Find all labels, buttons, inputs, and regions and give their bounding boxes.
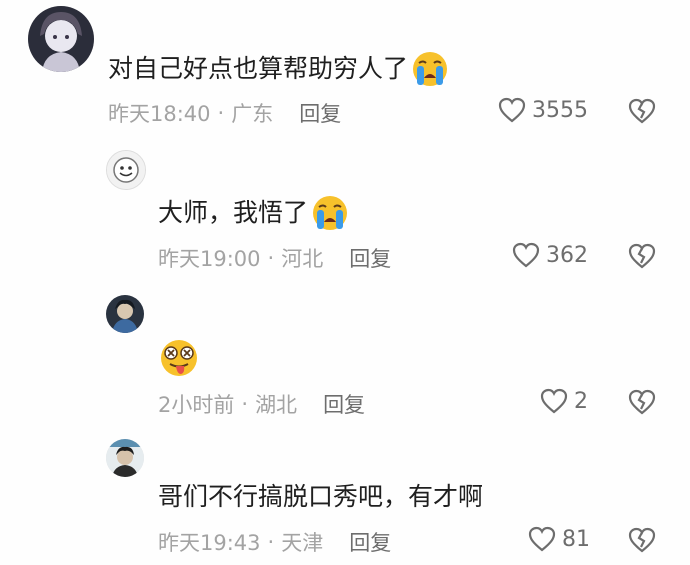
dislike-button[interactable] bbox=[628, 243, 656, 269]
broken-heart-icon bbox=[628, 243, 656, 269]
like-button[interactable]: 81 bbox=[528, 526, 590, 552]
timestamp: 昨天18:40 bbox=[108, 102, 211, 126]
like-count: 362 bbox=[546, 242, 588, 268]
reply-button[interactable]: 回复 bbox=[323, 389, 365, 419]
avatar[interactable] bbox=[106, 439, 144, 477]
dislike-button[interactable] bbox=[628, 527, 656, 553]
comment-text-body: 对自己好点也算帮助穷人了 bbox=[108, 54, 409, 83]
comment-meta: 昨天19:43 · 天津 回复 bbox=[158, 527, 391, 557]
location: 湖北 bbox=[255, 393, 298, 417]
comment-text bbox=[158, 338, 200, 378]
dislike-button[interactable] bbox=[628, 98, 656, 124]
location: 河北 bbox=[281, 247, 324, 271]
like-count: 2 bbox=[574, 388, 588, 414]
separator: · bbox=[267, 530, 275, 554]
comment-text: 大师，我悟了 bbox=[158, 194, 350, 232]
heart-icon bbox=[528, 526, 556, 552]
location: 广东 bbox=[231, 102, 274, 126]
crying-face-icon bbox=[310, 194, 350, 232]
heart-icon bbox=[540, 388, 568, 414]
like-button[interactable]: 2 bbox=[540, 388, 588, 414]
separator: · bbox=[217, 101, 225, 125]
dislike-button[interactable] bbox=[628, 389, 656, 415]
separator: · bbox=[241, 392, 249, 416]
comment-text-body: 哥们不行搞脱口秀吧，有才啊 bbox=[158, 482, 484, 511]
timestamp: 2小时前 bbox=[158, 393, 235, 417]
reply-button[interactable]: 回复 bbox=[299, 98, 341, 128]
heart-icon bbox=[498, 97, 526, 123]
heart-icon bbox=[512, 242, 540, 268]
avatar[interactable] bbox=[106, 150, 146, 190]
comment-meta: 昨天19:00 · 河北 回复 bbox=[158, 243, 391, 273]
broken-heart-icon bbox=[628, 527, 656, 553]
dizzy-tongue-face-icon bbox=[158, 338, 200, 378]
comment-text: 对自己好点也算帮助穷人了 bbox=[108, 50, 450, 88]
crying-face-icon bbox=[410, 50, 450, 88]
like-count: 81 bbox=[562, 526, 590, 552]
comment-text-body: 大师，我悟了 bbox=[158, 198, 309, 227]
like-button[interactable]: 3555 bbox=[498, 97, 588, 123]
comment-meta: 昨天18:40 · 广东 回复 bbox=[108, 98, 341, 128]
like-count: 3555 bbox=[532, 97, 588, 123]
avatar[interactable] bbox=[28, 6, 94, 72]
reply-button[interactable]: 回复 bbox=[349, 527, 391, 557]
broken-heart-icon bbox=[628, 98, 656, 124]
like-button[interactable]: 362 bbox=[512, 242, 588, 268]
comment-text: 哥们不行搞脱口秀吧，有才啊 bbox=[158, 480, 483, 514]
location: 天津 bbox=[281, 531, 324, 555]
avatar[interactable] bbox=[106, 295, 144, 333]
comment-meta: 2小时前 · 湖北 回复 bbox=[158, 389, 365, 419]
timestamp: 昨天19:00 bbox=[158, 247, 261, 271]
separator: · bbox=[267, 246, 275, 270]
broken-heart-icon bbox=[628, 389, 656, 415]
reply-button[interactable]: 回复 bbox=[349, 243, 391, 273]
timestamp: 昨天19:43 bbox=[158, 531, 261, 555]
